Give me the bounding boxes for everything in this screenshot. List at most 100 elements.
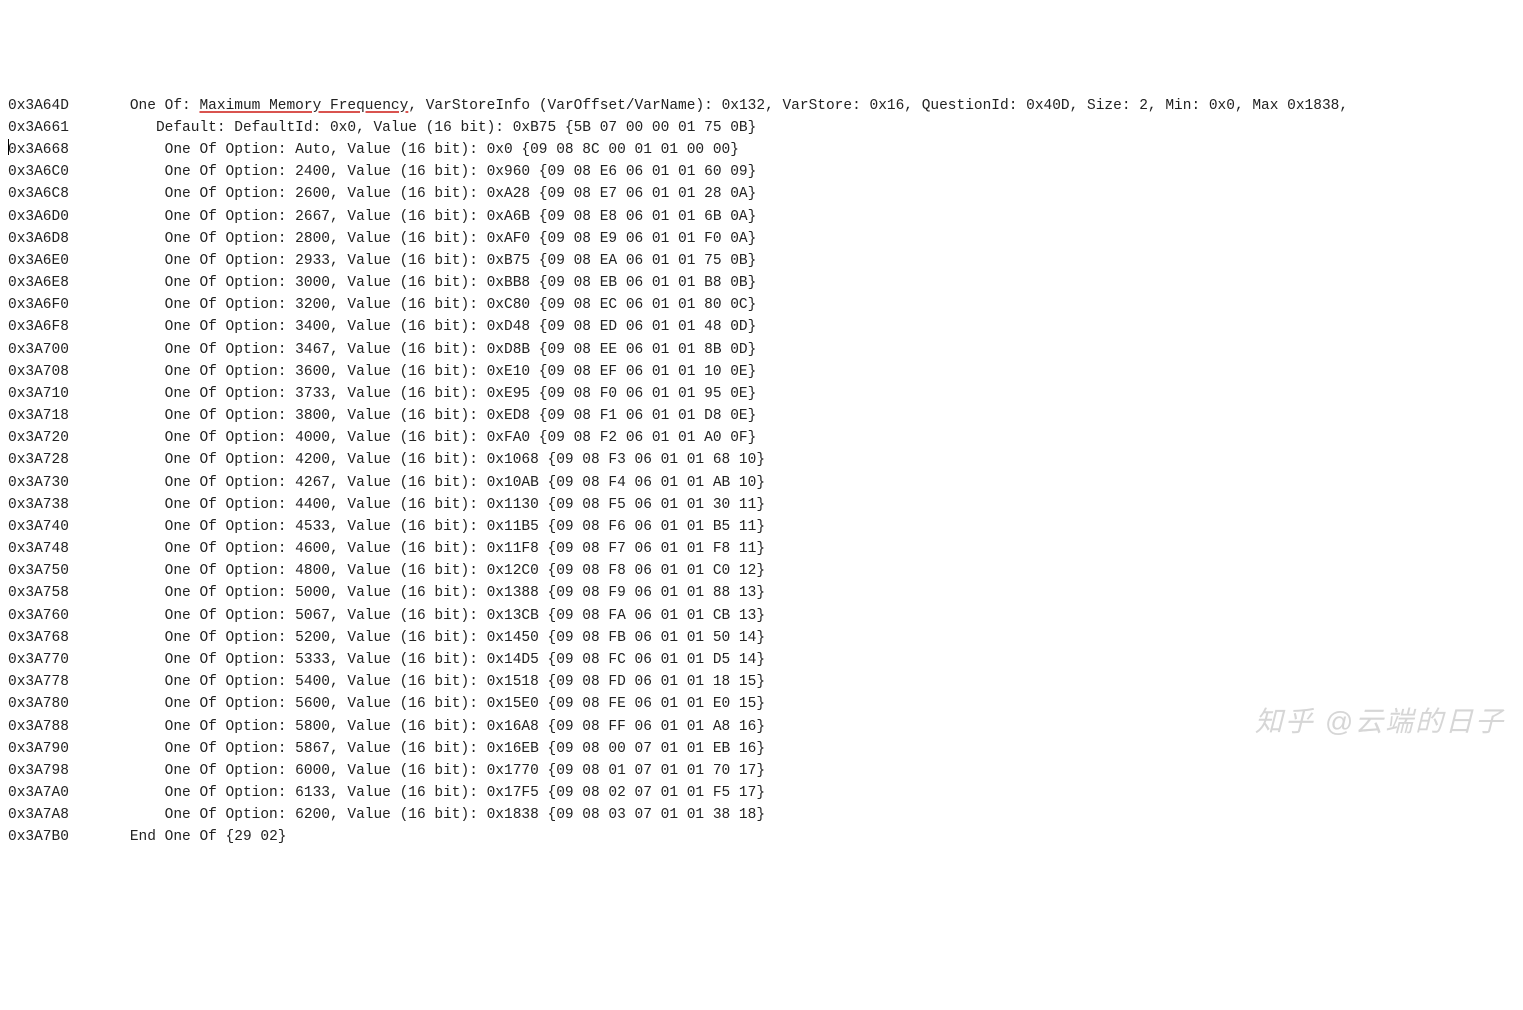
- address: 0x3A6E0: [8, 253, 69, 269]
- option-line: One Of Option: 6000, Value (16 bit): 0x1…: [165, 763, 765, 779]
- address: 0x3A760: [8, 608, 69, 624]
- dump-line: 0x3A710 One Of Option: 3733, Value (16 b…: [8, 383, 1515, 405]
- address: 0x3A718: [8, 408, 69, 424]
- dump-line: 0x3A750 One Of Option: 4800, Value (16 b…: [8, 560, 1515, 582]
- option-line: One Of Option: 3400, Value (16 bit): 0xD…: [165, 319, 757, 335]
- dump-line: 0x3A760 One Of Option: 5067, Value (16 b…: [8, 605, 1515, 627]
- option-line: One Of Option: 3600, Value (16 bit): 0xE…: [165, 364, 757, 380]
- default-value-line: Default: DefaultId: 0x0, Value (16 bit):…: [156, 120, 756, 136]
- address: 0x3A780: [8, 696, 69, 712]
- dump-line: 0x3A6D8 One Of Option: 2800, Value (16 b…: [8, 228, 1515, 250]
- dump-line: 0x3A778 One Of Option: 5400, Value (16 b…: [8, 671, 1515, 693]
- dump-line: 0x3A6C8 One Of Option: 2600, Value (16 b…: [8, 183, 1515, 205]
- address: 0x3A790: [8, 741, 69, 757]
- dump-line: 0x3A7B0 End One Of {29 02}: [8, 826, 1515, 848]
- end-one-of: End One Of {29 02}: [130, 829, 287, 845]
- hex-dump-listing: 0x3A64D One Of: Maximum Memory Frequency…: [8, 95, 1515, 849]
- option-line: One Of Option: 2933, Value (16 bit): 0xB…: [165, 253, 757, 269]
- dump-line: 0x3A6C0 One Of Option: 2400, Value (16 b…: [8, 161, 1515, 183]
- option-line: One Of Option: 2600, Value (16 bit): 0xA…: [165, 186, 757, 202]
- dump-line: 0x3A6D0 One Of Option: 2667, Value (16 b…: [8, 206, 1515, 228]
- dump-line: 0x3A7A0 One Of Option: 6133, Value (16 b…: [8, 782, 1515, 804]
- option-line: One Of Option: 2400, Value (16 bit): 0x9…: [165, 164, 757, 180]
- setting-title: Maximum Memory Frequency: [199, 98, 408, 114]
- address: 0x3A6F8: [8, 319, 69, 335]
- address: 0x3A6D0: [8, 209, 69, 225]
- address: 0x3A6E8: [8, 275, 69, 291]
- dump-line: 0x3A738 One Of Option: 4400, Value (16 b…: [8, 494, 1515, 516]
- dump-line: 0x3A728 One Of Option: 4200, Value (16 b…: [8, 449, 1515, 471]
- option-line: One Of Option: 5400, Value (16 bit): 0x1…: [165, 674, 765, 690]
- option-line: One Of Option: 4600, Value (16 bit): 0x1…: [165, 541, 765, 557]
- option-line: One Of Option: 4200, Value (16 bit): 0x1…: [165, 452, 765, 468]
- address: 0x3A770: [8, 652, 69, 668]
- address: 0x3A700: [8, 342, 69, 358]
- option-line: One Of Option: 3733, Value (16 bit): 0xE…: [165, 386, 757, 402]
- option-line: One Of Option: 4800, Value (16 bit): 0x1…: [165, 563, 765, 579]
- address: 0x3A738: [8, 497, 69, 513]
- option-line: One Of Option: Auto, Value (16 bit): 0x0…: [165, 142, 739, 158]
- address: 0x3A720: [8, 430, 69, 446]
- dump-line: 0x3A7A8 One Of Option: 6200, Value (16 b…: [8, 804, 1515, 826]
- dump-line: 0x3A780 One Of Option: 5600, Value (16 b…: [8, 693, 1515, 715]
- address: 0x3A6F0: [8, 297, 69, 313]
- dump-line: 0x3A661 Default: DefaultId: 0x0, Value (…: [8, 117, 1515, 139]
- address: 0x3A728: [8, 452, 69, 468]
- address: 0x3A748: [8, 541, 69, 557]
- option-line: One Of Option: 6200, Value (16 bit): 0x1…: [165, 807, 765, 823]
- address: 0x3A788: [8, 719, 69, 735]
- one-of-header: One Of: Maximum Memory Frequency, VarSto…: [130, 98, 1348, 114]
- option-line: One Of Option: 4267, Value (16 bit): 0x1…: [165, 475, 765, 491]
- dump-line: 0x3A740 One Of Option: 4533, Value (16 b…: [8, 516, 1515, 538]
- option-line: One Of Option: 5867, Value (16 bit): 0x1…: [165, 741, 765, 757]
- option-line: One Of Option: 5600, Value (16 bit): 0x1…: [165, 696, 765, 712]
- dump-line: 0x3A790 One Of Option: 5867, Value (16 b…: [8, 738, 1515, 760]
- address: 0x3A740: [8, 519, 69, 535]
- dump-line: 0x3A748 One Of Option: 4600, Value (16 b…: [8, 538, 1515, 560]
- option-line: One Of Option: 3467, Value (16 bit): 0xD…: [165, 342, 757, 358]
- dump-line: 0x3A6E8 One Of Option: 3000, Value (16 b…: [8, 272, 1515, 294]
- option-line: One Of Option: 3000, Value (16 bit): 0xB…: [165, 275, 757, 291]
- dump-line: 0x3A770 One Of Option: 5333, Value (16 b…: [8, 649, 1515, 671]
- option-line: One Of Option: 4000, Value (16 bit): 0xF…: [165, 430, 757, 446]
- option-line: One Of Option: 3800, Value (16 bit): 0xE…: [165, 408, 757, 424]
- option-line: One Of Option: 5800, Value (16 bit): 0x1…: [165, 719, 765, 735]
- dump-line: 0x3A64D One Of: Maximum Memory Frequency…: [8, 95, 1515, 117]
- address: 0x3A758: [8, 585, 69, 601]
- option-line: One Of Option: 3200, Value (16 bit): 0xC…: [165, 297, 757, 313]
- dump-line: 0x3A730 One Of Option: 4267, Value (16 b…: [8, 472, 1515, 494]
- address: 0x3A768: [8, 630, 69, 646]
- address: 0x3A6C0: [8, 164, 69, 180]
- address: 0x3A6C8: [8, 186, 69, 202]
- address: 0x3A798: [8, 763, 69, 779]
- dump-line: 0x3A668 One Of Option: Auto, Value (16 b…: [8, 139, 1515, 161]
- option-line: One Of Option: 5067, Value (16 bit): 0x1…: [165, 608, 765, 624]
- dump-line: 0x3A708 One Of Option: 3600, Value (16 b…: [8, 361, 1515, 383]
- dump-line: 0x3A6F8 One Of Option: 3400, Value (16 b…: [8, 316, 1515, 338]
- address: 0x3A750: [8, 563, 69, 579]
- address: 0x3A661: [8, 120, 69, 136]
- address: 0x3A7B0: [8, 829, 69, 845]
- address: 0x3A778: [8, 674, 69, 690]
- option-line: One Of Option: 2667, Value (16 bit): 0xA…: [165, 209, 757, 225]
- address: 0x3A6D8: [8, 231, 69, 247]
- dump-line: 0x3A720 One Of Option: 4000, Value (16 b…: [8, 427, 1515, 449]
- dump-line: 0x3A758 One Of Option: 5000, Value (16 b…: [8, 582, 1515, 604]
- address: 0x3A668: [8, 142, 69, 158]
- dump-line: 0x3A718 One Of Option: 3800, Value (16 b…: [8, 405, 1515, 427]
- address: 0x3A7A0: [8, 785, 69, 801]
- option-line: One Of Option: 6133, Value (16 bit): 0x1…: [165, 785, 765, 801]
- dump-line: 0x3A700 One Of Option: 3467, Value (16 b…: [8, 339, 1515, 361]
- address: 0x3A64D: [8, 98, 69, 114]
- dump-line: 0x3A798 One Of Option: 6000, Value (16 b…: [8, 760, 1515, 782]
- address: 0x3A710: [8, 386, 69, 402]
- dump-line: 0x3A6E0 One Of Option: 2933, Value (16 b…: [8, 250, 1515, 272]
- option-line: One Of Option: 2800, Value (16 bit): 0xA…: [165, 231, 757, 247]
- address: 0x3A730: [8, 475, 69, 491]
- dump-line: 0x3A788 One Of Option: 5800, Value (16 b…: [8, 716, 1515, 738]
- address: 0x3A7A8: [8, 807, 69, 823]
- dump-line: 0x3A6F0 One Of Option: 3200, Value (16 b…: [8, 294, 1515, 316]
- dump-line: 0x3A768 One Of Option: 5200, Value (16 b…: [8, 627, 1515, 649]
- address: 0x3A708: [8, 364, 69, 380]
- option-line: One Of Option: 5200, Value (16 bit): 0x1…: [165, 630, 765, 646]
